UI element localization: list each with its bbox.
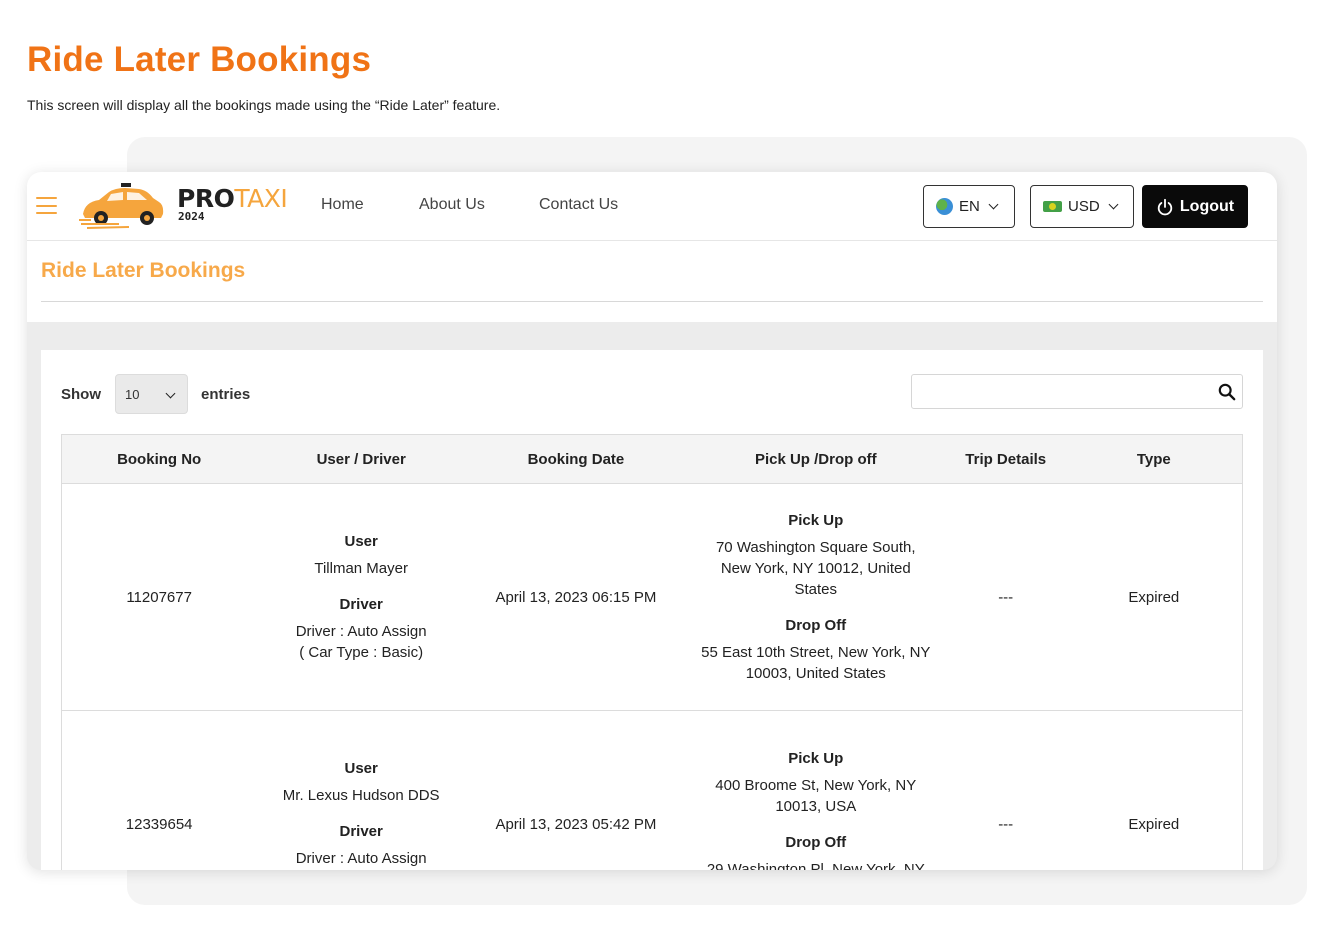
bookings-table: Booking No User / Driver Booking Date Pi… bbox=[61, 434, 1243, 870]
power-icon bbox=[1157, 198, 1173, 215]
column-header-user-driver[interactable]: User / Driver bbox=[256, 434, 467, 484]
user-name: Tillman Mayer bbox=[314, 560, 408, 577]
doc-description: This screen will display all the booking… bbox=[27, 97, 501, 113]
brand-name: PROTAXI bbox=[177, 184, 288, 213]
trip-details-cell: --- bbox=[945, 710, 1066, 870]
type-cell: Expired bbox=[1065, 710, 1243, 870]
driver-label: Driver bbox=[339, 596, 383, 613]
trip-details-cell: --- bbox=[945, 483, 1066, 711]
pickup-address: 400 Broome St, New York, NY 10013, USA bbox=[715, 776, 917, 815]
page-header: Ride Later Bookings bbox=[27, 241, 1277, 322]
entries-label: entries bbox=[201, 386, 251, 403]
user-driver-cell: User Mr. Lexus Hudson DDS Driver Driver … bbox=[256, 710, 467, 870]
search-input[interactable] bbox=[912, 375, 1202, 408]
pickup-label: Pick Up bbox=[788, 512, 844, 529]
search-icon[interactable] bbox=[1218, 383, 1236, 401]
car-type: ( Car Type : Basic) bbox=[256, 869, 466, 870]
brand-year: 2024 bbox=[178, 210, 205, 223]
driver-label: Driver bbox=[339, 823, 383, 840]
chevron-down-icon bbox=[165, 388, 176, 399]
doc-title: Ride Later Bookings bbox=[27, 40, 372, 79]
taxi-car-logo[interactable] bbox=[79, 180, 165, 234]
hamburger-menu-icon[interactable] bbox=[36, 197, 57, 214]
type-cell: Expired bbox=[1065, 483, 1243, 711]
dropoff-address: 29 Washington Pl, New York, NY 10003, US… bbox=[706, 860, 925, 871]
column-header-booking-no[interactable]: Booking No bbox=[61, 434, 257, 484]
table-row: 12339654 User Mr. Lexus Hudson DDS Drive… bbox=[61, 710, 1243, 871]
pickup-dropoff-cell: Pick Up 70 Washington Square South, New … bbox=[685, 483, 946, 711]
dropoff-label: Drop Off bbox=[785, 617, 847, 634]
nav-link-about-us[interactable]: About Us bbox=[419, 196, 485, 214]
entries-value: 10 bbox=[125, 386, 140, 402]
column-header-trip-details[interactable]: Trip Details bbox=[945, 434, 1066, 484]
dropoff-label: Drop Off bbox=[785, 833, 847, 851]
show-label: Show bbox=[61, 386, 101, 403]
column-header-pickup-dropoff[interactable]: Pick Up /Drop off bbox=[685, 434, 946, 484]
currency-select[interactable]: USD bbox=[1030, 185, 1134, 228]
booking-date-cell: April 13, 2023 05:42 PM bbox=[466, 710, 686, 870]
booking-no-cell: 11207677 bbox=[61, 483, 257, 711]
user-name: Mr. Lexus Hudson DDS bbox=[282, 787, 440, 804]
booking-no-cell: 12339654 bbox=[61, 710, 257, 870]
language-value: EN bbox=[959, 198, 980, 215]
column-header-type[interactable]: Type bbox=[1065, 434, 1243, 484]
globe-icon bbox=[936, 198, 953, 215]
pickup-address: 70 Washington Square South, New York, NY… bbox=[715, 539, 916, 598]
bookings-card: Show 10 entries Booking No User / Driver… bbox=[41, 350, 1263, 870]
pickup-label: Pick Up bbox=[788, 749, 844, 767]
cash-icon bbox=[1043, 201, 1062, 212]
chevron-down-icon bbox=[1108, 199, 1119, 210]
nav-link-contact-us[interactable]: Contact Us bbox=[539, 196, 618, 214]
logout-label: Logout bbox=[1179, 197, 1235, 215]
chevron-down-icon bbox=[988, 199, 999, 210]
driver-value: Driver : Auto Assign bbox=[295, 623, 427, 640]
currency-value: USD bbox=[1068, 198, 1100, 215]
language-select[interactable]: EN bbox=[923, 185, 1015, 228]
column-header-booking-date[interactable]: Booking Date bbox=[466, 434, 686, 484]
divider bbox=[41, 301, 1263, 302]
booking-date-cell: April 13, 2023 06:15 PM bbox=[466, 483, 686, 711]
entries-per-page-select[interactable]: 10 bbox=[115, 374, 188, 414]
table-row: 11207677 User Tillman Mayer Driver Drive… bbox=[61, 483, 1243, 711]
table-header-row: Booking No User / Driver Booking Date Pi… bbox=[61, 434, 1243, 484]
search-field[interactable] bbox=[911, 374, 1243, 409]
nav-link-home[interactable]: Home bbox=[321, 196, 364, 214]
logout-button[interactable]: Logout bbox=[1142, 185, 1248, 228]
app-frame: PROTAXI 2024 Home About Us Contact Us EN… bbox=[27, 172, 1277, 870]
user-label: User bbox=[344, 760, 378, 777]
user-label: User bbox=[344, 533, 378, 550]
pickup-dropoff-cell: Pick Up 400 Broome St, New York, NY 1001… bbox=[685, 710, 946, 871]
driver-value: Driver : Auto Assign bbox=[295, 850, 427, 867]
navbar: PROTAXI 2024 Home About Us Contact Us EN… bbox=[27, 172, 1277, 241]
car-type: ( Car Type : Basic) bbox=[299, 644, 424, 661]
page-title: Ride Later Bookings bbox=[41, 259, 246, 282]
dropoff-address: 55 East 10th Street, New York, NY 10003,… bbox=[701, 644, 931, 682]
user-driver-cell: User Tillman Mayer Driver Driver : Auto … bbox=[256, 483, 467, 711]
